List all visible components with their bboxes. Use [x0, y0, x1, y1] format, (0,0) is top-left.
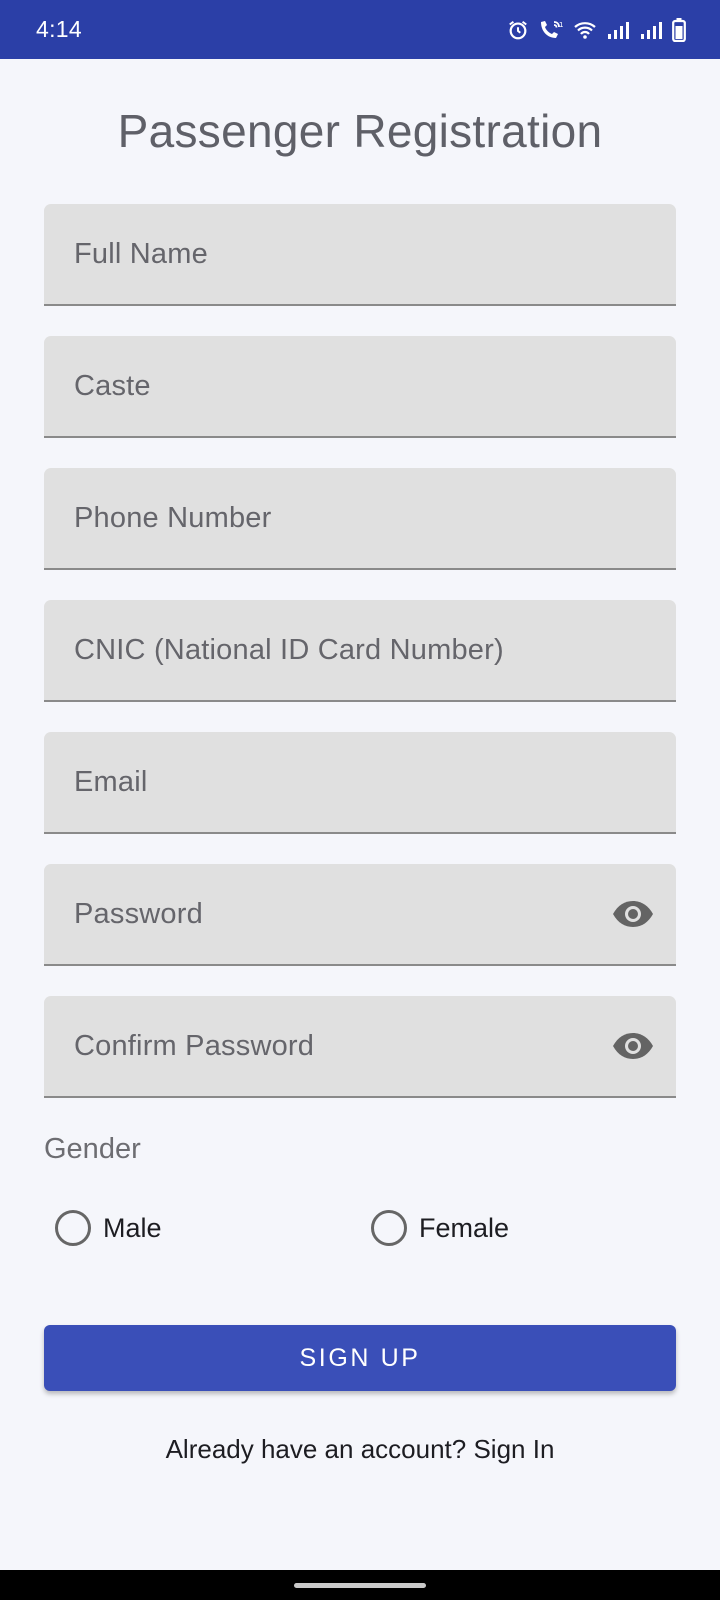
- alarm-icon: [507, 19, 529, 41]
- email-placeholder: Email: [74, 765, 148, 798]
- wifi-calling-icon: 1: [538, 19, 564, 41]
- page-title: Passenger Registration: [117, 105, 603, 157]
- email-field[interactable]: Email: [44, 732, 676, 834]
- confirm-password-placeholder: Confirm Password: [74, 1029, 315, 1062]
- confirm-password-visibility-eye-icon[interactable]: [612, 1025, 654, 1067]
- radio-label-male: Male: [103, 1212, 162, 1243]
- gender-radio-male[interactable]: Male: [55, 1205, 162, 1251]
- phone-number-placeholder: Phone Number: [74, 501, 272, 534]
- password-field[interactable]: Password: [44, 864, 676, 966]
- wifi-icon: [573, 20, 597, 40]
- password-placeholder: Password: [74, 897, 203, 930]
- caste-placeholder: Caste: [74, 369, 151, 402]
- gender-label: Gender: [44, 1133, 141, 1165]
- navigation-bar: [0, 1570, 720, 1600]
- status-bar: 4:14 1: [0, 0, 720, 59]
- full-name-placeholder: Full Name: [74, 237, 208, 270]
- sign-up-button[interactable]: SIGN UP: [44, 1325, 676, 1391]
- caste-field[interactable]: Caste: [44, 336, 676, 438]
- radio-label-female: Female: [419, 1212, 510, 1243]
- sign-in-link[interactable]: Already have an account? Sign In: [0, 1434, 720, 1465]
- home-gesture-handle[interactable]: [294, 1583, 426, 1588]
- gender-radio-female[interactable]: Female: [371, 1205, 509, 1251]
- radio-button-female[interactable]: [371, 1210, 407, 1246]
- status-icons: 1: [507, 17, 686, 42]
- confirm-password-field[interactable]: Confirm Password: [44, 996, 676, 1098]
- battery-icon: [672, 17, 686, 42]
- cnic-field[interactable]: CNIC (National ID Card Number): [44, 600, 676, 702]
- signal-icon: [606, 20, 630, 40]
- phone-number-field[interactable]: Phone Number: [44, 468, 676, 570]
- radio-button-male[interactable]: [55, 1210, 91, 1246]
- full-name-field[interactable]: Full Name: [44, 204, 676, 306]
- status-time: 4:14: [36, 16, 82, 42]
- password-visibility-eye-icon[interactable]: [612, 893, 654, 935]
- svg-text:1: 1: [559, 21, 563, 29]
- cnic-placeholder: CNIC (National ID Card Number): [74, 633, 504, 666]
- signal-icon: [639, 20, 663, 40]
